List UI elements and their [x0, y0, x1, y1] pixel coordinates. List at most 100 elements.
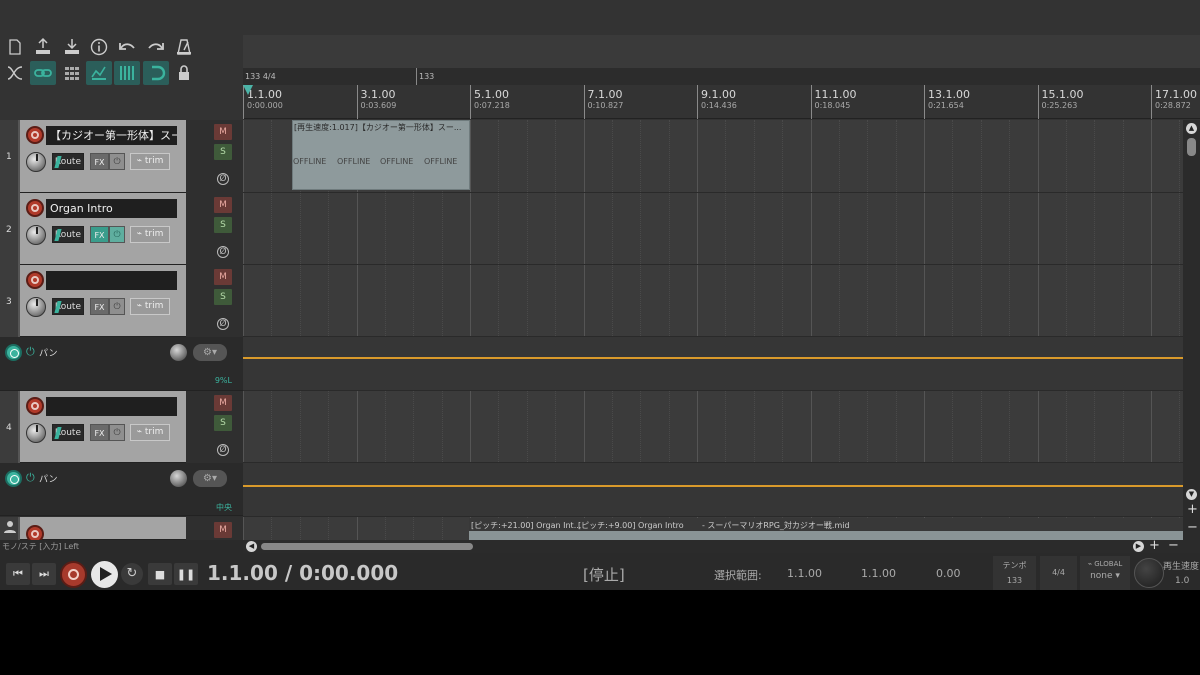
ruler-tick[interactable]: 5.1.00 0:07.218: [470, 85, 510, 119]
fx-button[interactable]: FX: [90, 298, 109, 315]
tempo-marker[interactable]: 133: [416, 68, 434, 85]
go-to-end-button[interactable]: ⏭: [32, 563, 56, 585]
metronome-icon[interactable]: [171, 35, 197, 59]
envelope-icon[interactable]: [86, 61, 112, 85]
midi-item-label[interactable]: [ピッチ:+9.00] Organ Intro: [578, 520, 684, 531]
undo-icon[interactable]: [114, 35, 140, 59]
fx-bypass-icon[interactable]: ⏻: [109, 226, 125, 243]
fx-button[interactable]: FX: [90, 424, 109, 441]
route-button[interactable]: Route: [52, 153, 84, 170]
envelope-lane-2[interactable]: [243, 463, 1183, 517]
record-arm-button[interactable]: [26, 525, 44, 540]
play-cursor-icon[interactable]: [243, 85, 253, 95]
track-lane-4[interactable]: [243, 391, 1183, 463]
media-item-offline[interactable]: [再生速度:1.017]【カジオー第一形体】スー... OFFLINE OFFL…: [292, 120, 470, 190]
horizontal-scrollbar[interactable]: ◀ ▶ + −: [243, 538, 1200, 553]
zoom-out-vertical-icon[interactable]: −: [1187, 520, 1198, 535]
selection-length[interactable]: 0.00: [936, 567, 961, 580]
envelope-active-icon[interactable]: [5, 470, 22, 487]
ruler-tick[interactable]: 9.1.00 0:14.436: [697, 85, 737, 119]
midi-item-body[interactable]: [469, 531, 1183, 540]
ruler-tick[interactable]: 15.1.00 0:25.263: [1037, 85, 1084, 119]
ripple-off-icon[interactable]: [2, 61, 28, 85]
volume-knob[interactable]: [26, 225, 46, 245]
ruler-tick[interactable]: 3.1.00 0:03.609: [356, 85, 396, 119]
play-button[interactable]: [91, 561, 118, 588]
pan-knob[interactable]: [170, 344, 187, 361]
midi-item-label[interactable]: [ピッチ:+21.00] Organ Int...: [471, 520, 581, 531]
ruler-tick[interactable]: 11.1.00 0:18.045: [810, 85, 857, 119]
track-3[interactable]: 3 Route FX ⏻ ⌁ trim M S Ø: [0, 265, 243, 337]
track-1[interactable]: 1 【カジオー第一形体】スーパ Route FX ⏻ ⌁ trim M S Ø: [0, 120, 243, 193]
timesig-box[interactable]: 4/4: [1040, 556, 1077, 590]
volume-knob[interactable]: [26, 423, 46, 443]
loop-button[interactable]: ↻: [121, 563, 143, 585]
snap-magnet-icon[interactable]: [143, 61, 169, 85]
timeline-ruler[interactable]: 1.1.00 0:00.000 3.1.00 0:03.609 5.1.00 0:07.2…: [243, 85, 1200, 119]
pan-envelope-line[interactable]: [243, 485, 1183, 487]
track-lane-2[interactable]: [243, 193, 1183, 265]
track-lane-3[interactable]: [243, 265, 1183, 337]
track-name-field[interactable]: 【カジオー第一形体】スーパ: [46, 126, 177, 145]
tempo-value[interactable]: 133: [993, 576, 1036, 585]
route-button[interactable]: Route: [52, 298, 84, 315]
route-button[interactable]: Route: [52, 424, 84, 441]
ruler-tick[interactable]: 17.1.00 0:28.872: [1151, 85, 1197, 119]
scroll-up-icon[interactable]: ▲: [1186, 123, 1197, 134]
tempo-lane[interactable]: 133 4/4 133: [243, 68, 1200, 85]
snap-grid-icon[interactable]: [114, 61, 140, 85]
envelope-power-icon[interactable]: ⏻: [26, 345, 35, 359]
phase-invert-icon[interactable]: Ø: [217, 444, 229, 456]
mute-button[interactable]: M: [214, 124, 232, 140]
pan-knob[interactable]: [170, 470, 187, 487]
grid-icon[interactable]: [59, 61, 85, 85]
stop-button[interactable]: ■: [148, 563, 172, 585]
volume-knob[interactable]: [26, 152, 46, 172]
tempo-box[interactable]: テンポ 133: [993, 556, 1036, 590]
ruler-tick[interactable]: 7.1.00 0:10.827: [583, 85, 623, 119]
lock-icon[interactable]: [171, 61, 197, 85]
arrange-view[interactable]: [再生速度:1.017]【カジオー第一形体】スー... OFFLINE OFFL…: [243, 120, 1183, 540]
envelope-active-icon[interactable]: [5, 344, 22, 361]
track-4[interactable]: 4 Route FX ⏻ ⌁ trim M S Ø: [0, 391, 243, 463]
record-arm-button[interactable]: [26, 126, 44, 144]
zoom-in-horizontal-icon[interactable]: +: [1149, 538, 1160, 553]
phase-invert-icon[interactable]: Ø: [217, 173, 229, 185]
vertical-scrollbar[interactable]: ▲ ▼ + −: [1183, 120, 1200, 540]
go-to-start-button[interactable]: ⏮: [6, 563, 30, 585]
selection-end[interactable]: 1.1.00: [861, 567, 896, 580]
record-arm-button[interactable]: [26, 199, 44, 217]
selection-start[interactable]: 1.1.00: [787, 567, 822, 580]
horizontal-scroll-thumb[interactable]: [261, 543, 473, 550]
solo-button[interactable]: S: [214, 144, 232, 160]
zoom-in-vertical-icon[interactable]: +: [1187, 502, 1198, 517]
mute-button[interactable]: M: [214, 395, 232, 411]
record-arm-button[interactable]: [26, 397, 44, 415]
scroll-left-icon[interactable]: ◀: [246, 541, 257, 552]
save-project-icon[interactable]: [30, 35, 56, 59]
track-name-field[interactable]: Organ Intro: [46, 199, 177, 218]
info-icon[interactable]: [86, 35, 112, 59]
fx-bypass-icon[interactable]: ⏻: [109, 424, 125, 441]
timesig-value[interactable]: 4/4: [1040, 568, 1077, 577]
mute-button[interactable]: M: [214, 197, 232, 213]
mute-button[interactable]: M: [214, 522, 232, 538]
redo-icon[interactable]: [143, 35, 169, 59]
record-arm-button[interactable]: [26, 271, 44, 289]
global-value[interactable]: none: [1090, 571, 1112, 581]
trim-button[interactable]: ⌁ trim: [130, 424, 170, 441]
scroll-down-icon[interactable]: ▼: [1186, 489, 1197, 500]
solo-button[interactable]: S: [214, 217, 232, 233]
track-5[interactable]: M: [0, 517, 243, 540]
playrate-value[interactable]: 1.0: [1175, 576, 1189, 586]
link-icon[interactable]: [30, 61, 56, 85]
pause-button[interactable]: ❚❚: [174, 563, 198, 585]
envelope-lane-1[interactable]: [243, 337, 1183, 391]
phase-invert-icon[interactable]: Ø: [217, 318, 229, 330]
route-button[interactable]: Route: [52, 226, 84, 243]
midi-items[interactable]: [ピッチ:+21.00] Organ Int... [ピッチ:+9.00] Or…: [469, 518, 1183, 540]
save-as-icon[interactable]: [59, 35, 85, 59]
new-project-icon[interactable]: [2, 35, 28, 59]
global-automation-box[interactable]: ⌁ GLOBAL none ▾: [1080, 556, 1130, 590]
zoom-out-horizontal-icon[interactable]: −: [1168, 538, 1179, 553]
